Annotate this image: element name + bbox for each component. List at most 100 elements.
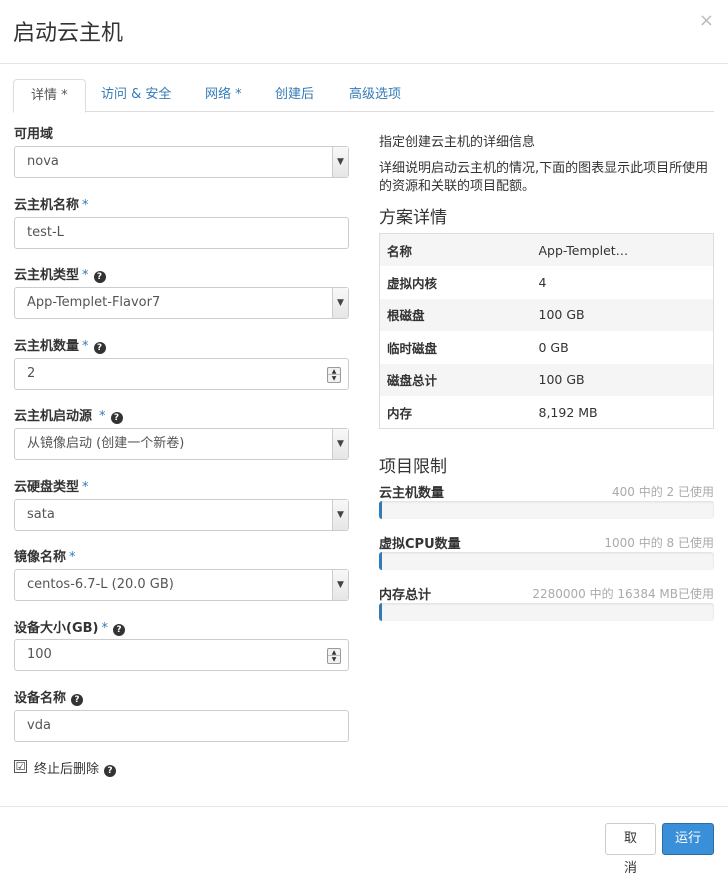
volume-type-label-text: 云硬盘类型 [14, 480, 80, 495]
quota-instances-used: 400 中的 2 已使用 [612, 485, 714, 499]
chevron-down-icon: ▼ [332, 500, 348, 530]
modal-title: 启动云主机 [13, 21, 124, 46]
volume-type-label: 云硬盘类型 * [14, 476, 89, 495]
instance-count-input[interactable]: 2 ▲ ▼ [14, 358, 349, 390]
flavor-detail-key: 虚拟内核 [387, 275, 438, 291]
availability-zone-label-text: 可用域 [14, 127, 54, 142]
flavor-detail-value: 4 [538, 274, 547, 290]
tab-post-creation[interactable]: 创建后 [258, 79, 331, 112]
flavor-select[interactable]: App-Templet-Flavor7 ▼ [14, 287, 349, 319]
device-name-label-text: 设备名称 [14, 691, 67, 706]
help-icon[interactable]: ? [110, 412, 123, 424]
required-marker: * [82, 339, 89, 354]
required-marker: * [99, 409, 106, 424]
image-name-label-text: 镜像名称 [14, 550, 67, 565]
modal-header: 启动云主机 × [0, 0, 728, 64]
flavor-details-title: 方案详情 [379, 208, 447, 228]
required-marker: * [82, 480, 89, 495]
instance-count-value: 2 [27, 366, 36, 381]
table-row: 临时磁盘 0 GB [380, 331, 714, 364]
volume-type-value: sata [27, 507, 55, 522]
chevron-down-icon: ▼ [332, 570, 348, 600]
instance-name-value: test-L [27, 225, 64, 240]
launch-button[interactable]: 运行 [662, 823, 714, 855]
table-row: 虚拟内核 4 [380, 266, 714, 299]
image-name-select[interactable]: centos-6.7-L (20.0 GB) ▼ [14, 569, 349, 601]
image-name-label: 镜像名称 * [14, 546, 76, 565]
flavor-detail-key: 名称 [387, 243, 413, 259]
image-name-value: centos-6.7-L (20.0 GB) [27, 577, 174, 592]
flavor-detail-value: App-Templet… [538, 242, 629, 258]
info-description: 详细说明启动云主机的情况,下面的图表显示此项目所使用的资源和关联的项目配额。 [379, 161, 709, 194]
help-icon[interactable]: ? [93, 342, 106, 354]
quota-ram-used: 2280000 中的 16384 MB已使用 [532, 587, 714, 601]
flavor-detail-value: 8,192 MB [538, 404, 598, 420]
progress-bar-fill [379, 501, 382, 519]
availability-zone-value: nova [27, 154, 59, 169]
help-icon[interactable]: ? [112, 624, 125, 636]
instance-count-label: 云主机数量 *? [14, 335, 106, 354]
tab-details[interactable]: 详情 * [13, 79, 86, 113]
boot-source-value: 从镜像启动 (创建一个新卷) [27, 436, 185, 451]
required-marker: * [101, 621, 108, 636]
instance-count-label-text: 云主机数量 [14, 339, 80, 354]
flavor-detail-value: 100 GB [538, 372, 585, 388]
help-icon[interactable]: ? [104, 765, 117, 777]
device-size-input[interactable]: 100 ▲ ▼ [14, 639, 349, 671]
availability-zone-label: 可用域 [14, 123, 53, 142]
launch-instance-modal: 启动云主机 × 详情 * 访问 & 安全 网络 * 创建后 高级选项 可用域 n… [0, 0, 728, 876]
flavor-details-table: 名称 App-Templet… 虚拟内核 4 根磁盘 100 GB 临时磁盘 0 GB … [379, 233, 714, 429]
quota-vcpus-progress [379, 552, 714, 570]
boot-source-select[interactable]: 从镜像启动 (创建一个新卷) ▼ [14, 428, 349, 460]
number-stepper[interactable]: ▲ ▼ [327, 367, 341, 383]
cancel-button[interactable]: 取消 [605, 823, 656, 876]
required-marker: * [69, 550, 76, 565]
table-row: 内存 8,192 MB [380, 396, 714, 429]
info-intro: 指定创建云主机的详细信息 [379, 135, 536, 150]
device-name-input[interactable]: vda [14, 710, 349, 742]
help-icon[interactable]: ? [93, 271, 106, 283]
caret-down-icon[interactable]: ▼ [328, 375, 340, 382]
number-stepper[interactable]: ▲ ▼ [327, 648, 341, 664]
project-limits-title: 项目限制 [379, 457, 447, 477]
device-size-value: 100 [27, 647, 52, 662]
flavor-detail-key: 内存 [387, 405, 413, 421]
device-name-label: 设备名称? [14, 687, 84, 706]
help-icon[interactable]: ? [71, 694, 84, 706]
table-row: 名称 App-Templet… [379, 233, 714, 266]
quota-instances-progress [379, 501, 714, 519]
instance-name-input[interactable]: test-L [14, 217, 349, 249]
chevron-down-icon: ▼ [332, 147, 348, 177]
volume-type-select[interactable]: sata ▼ [14, 499, 349, 531]
progress-bar-fill [379, 603, 382, 621]
device-name-value: vda [27, 718, 51, 733]
tab-access-security[interactable]: 访问 & 安全 [84, 79, 188, 112]
chevron-down-icon: ▼ [332, 429, 348, 459]
caret-down-icon[interactable]: ▼ [328, 656, 340, 663]
quota-ram-progress [379, 603, 714, 621]
modal-footer: 取消 运行 [0, 806, 728, 876]
progress-bar-fill [379, 552, 382, 570]
instance-name-label: 云主机名称 * [14, 194, 89, 213]
required-marker: * [82, 198, 89, 213]
device-size-label: 设备大小(GB) *? [14, 617, 125, 636]
caret-up-icon[interactable]: ▲ [328, 368, 340, 375]
flavor-label-text: 云主机类型 [14, 268, 80, 283]
flavor-detail-key: 磁盘总计 [387, 373, 438, 389]
close-icon[interactable]: × [699, 12, 714, 30]
delete-on-terminate-checkbox[interactable]: ☑ [14, 760, 27, 773]
chevron-down-icon: ▼ [332, 288, 348, 318]
instance-name-label-text: 云主机名称 [14, 198, 80, 213]
table-row: 根磁盘 100 GB [379, 298, 714, 331]
flavor-detail-key: 临时磁盘 [387, 340, 438, 356]
delete-on-terminate-label: 终止后删除? [34, 758, 117, 777]
check-icon: ☑ [15, 760, 26, 773]
quota-vcpus-used: 1000 中的 8 已使用 [604, 536, 714, 550]
flavor-label: 云主机类型 *? [14, 264, 106, 283]
tab-advanced-options[interactable]: 高级选项 [332, 79, 418, 112]
tab-bar: 详情 * 访问 & 安全 网络 * 创建后 高级选项 [13, 79, 714, 113]
required-marker: * [82, 268, 89, 283]
caret-up-icon[interactable]: ▲ [328, 649, 340, 656]
availability-zone-select[interactable]: nova ▼ [14, 146, 349, 178]
tab-networking[interactable]: 网络 * [188, 79, 259, 112]
